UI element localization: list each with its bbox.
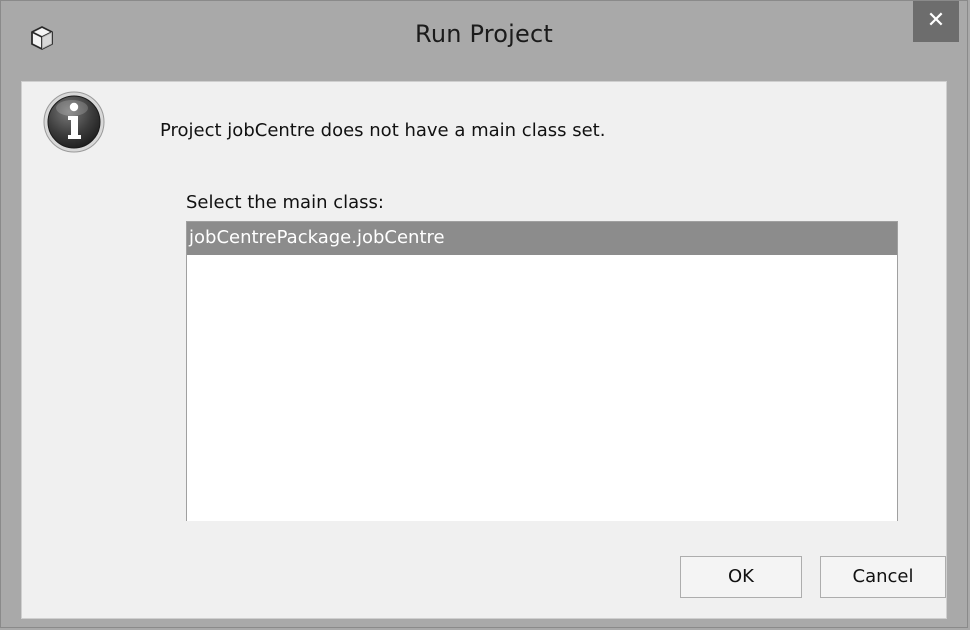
cancel-button[interactable]: Cancel — [820, 556, 946, 598]
dialog-message: Project jobCentre does not have a main c… — [160, 120, 606, 141]
title-bar[interactable]: Run Project ✕ — [1, 1, 967, 81]
main-class-label: Select the main class: — [186, 192, 384, 213]
dialog-body: Project jobCentre does not have a main c… — [21, 81, 947, 619]
window-title: Run Project — [415, 20, 553, 48]
close-icon: ✕ — [926, 8, 946, 33]
ok-button[interactable]: OK — [680, 556, 802, 598]
run-project-dialog: Run Project ✕ Project jobCentre does not… — [0, 0, 968, 628]
list-item[interactable]: jobCentrePackage.jobCentre — [187, 222, 897, 255]
close-button[interactable]: ✕ — [913, 1, 959, 42]
info-icon — [43, 91, 105, 153]
main-class-list[interactable]: jobCentrePackage.jobCentre — [186, 221, 898, 521]
